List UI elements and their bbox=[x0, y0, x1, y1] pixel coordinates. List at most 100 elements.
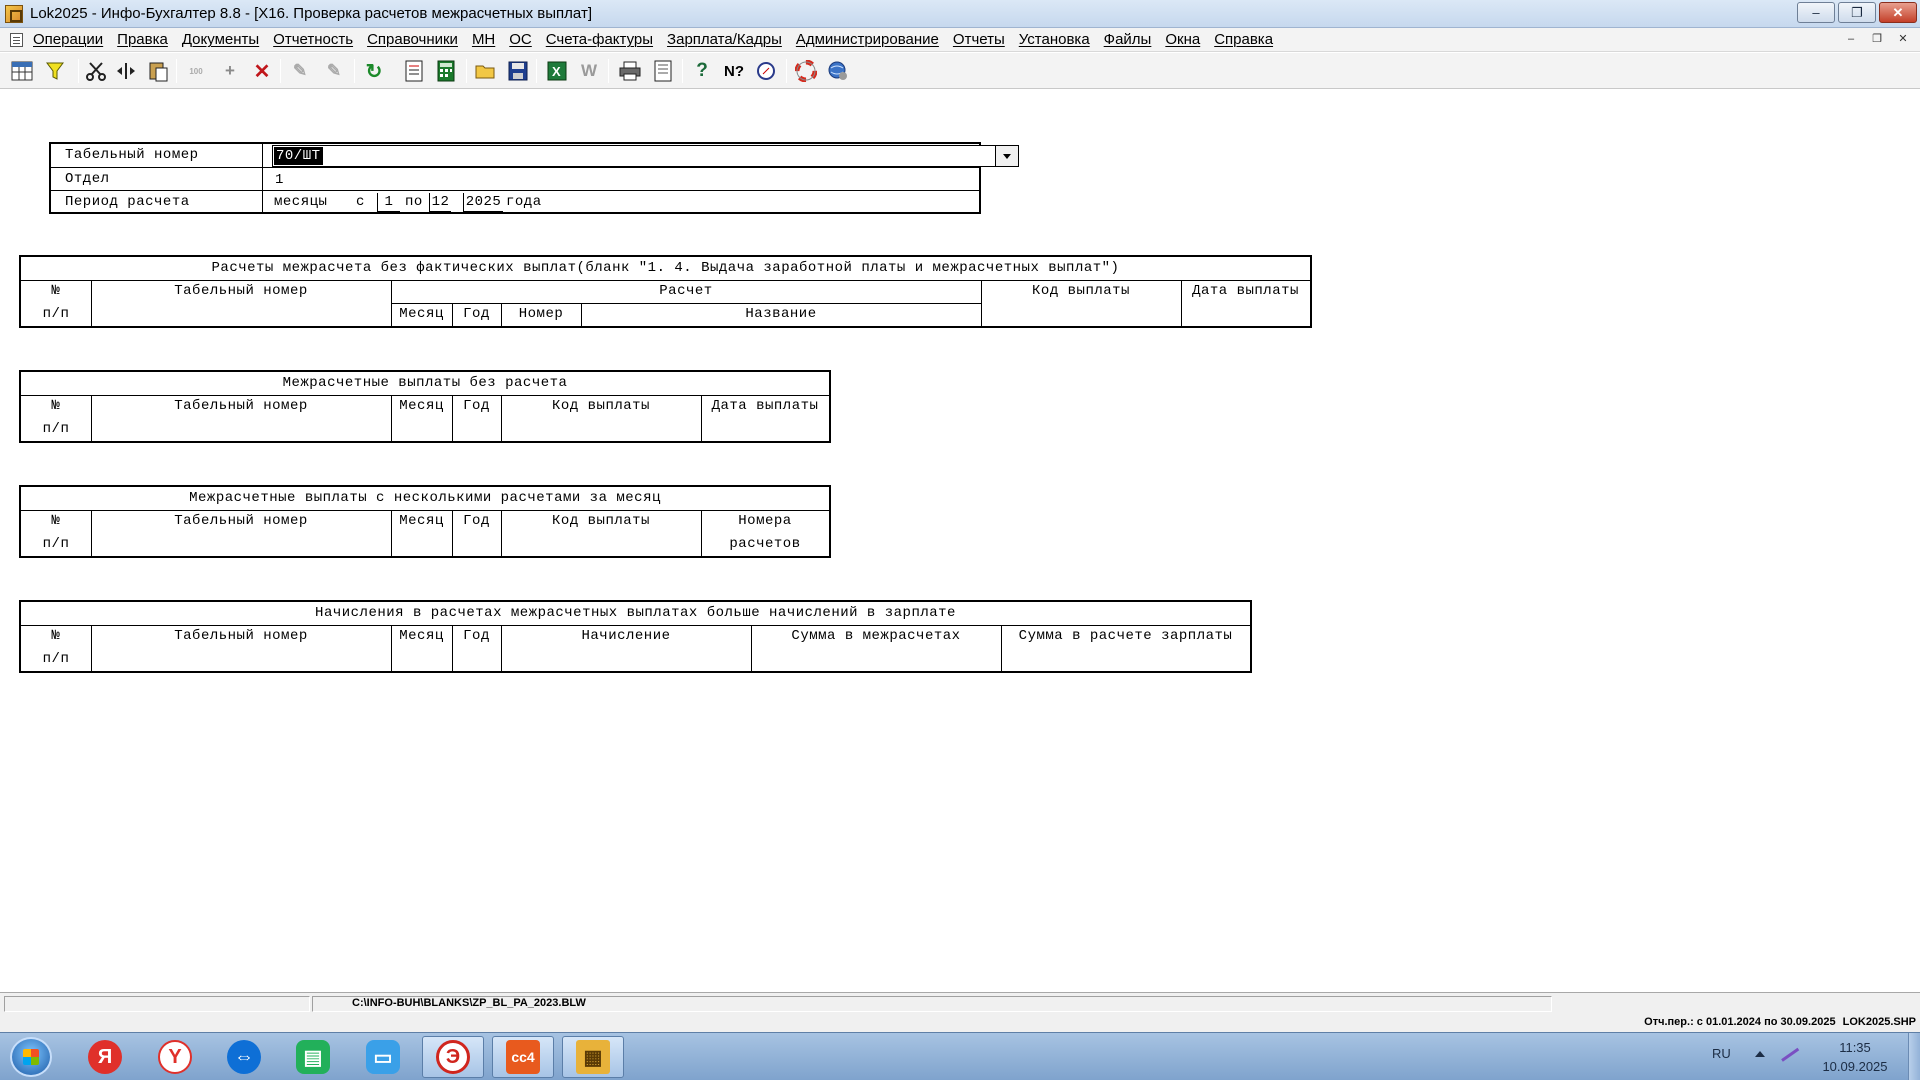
tool-disabled-2-icon[interactable]: ✎ bbox=[322, 59, 346, 83]
close-button[interactable]: ✕ bbox=[1879, 2, 1917, 23]
period-months-label: месяцы bbox=[274, 194, 328, 210]
help-icon[interactable]: ? bbox=[690, 59, 714, 83]
refresh-icon[interactable]: ↻ bbox=[362, 59, 386, 83]
table3-col-tab: Табельный номер bbox=[174, 513, 308, 529]
app-e-icon: Э bbox=[436, 1040, 470, 1074]
menu-help[interactable]: Справка bbox=[1207, 31, 1280, 48]
mdi-restore-button[interactable]: ❐ bbox=[1866, 31, 1888, 49]
mdi-close-button[interactable]: ✕ bbox=[1892, 31, 1914, 49]
paste-icon[interactable] bbox=[146, 59, 170, 83]
chevron-down-icon[interactable] bbox=[995, 145, 1019, 167]
count-icon[interactable]: 100 bbox=[184, 59, 208, 83]
mdi-minimize-button[interactable]: – bbox=[1840, 31, 1862, 49]
yandex-taskbar-button[interactable]: Я bbox=[74, 1036, 136, 1078]
print-icon[interactable] bbox=[618, 59, 642, 83]
menu-os[interactable]: ОС bbox=[502, 31, 539, 48]
department-field[interactable]: 1 bbox=[272, 170, 972, 190]
start-button[interactable] bbox=[10, 1037, 52, 1077]
tab-number-select[interactable]: 70/ШТ bbox=[272, 145, 1019, 167]
title-bar: Lok2025 - Инфо-Бухгалтер 8.8 - [X16. Про… bbox=[0, 0, 1920, 28]
app-taskbar-button[interactable]: Э bbox=[422, 1036, 484, 1078]
table-accruals-exceed: Начисления в расчетах межрасчетных выпла… bbox=[19, 600, 1252, 673]
pen-tray-icon[interactable] bbox=[1781, 1047, 1800, 1062]
language-indicator[interactable]: RU bbox=[1712, 1046, 1731, 1061]
cut-icon[interactable] bbox=[84, 59, 108, 83]
clock-date: 10.09.2025 bbox=[1822, 1059, 1888, 1074]
cc4-taskbar-button[interactable]: cc4 bbox=[492, 1036, 554, 1078]
menu-operations[interactable]: Операции bbox=[33, 31, 110, 48]
table2-col-no: № bbox=[51, 398, 61, 414]
app-icon[interactable] bbox=[5, 5, 23, 23]
table3-col-no-2: п/п bbox=[42, 536, 70, 552]
table4-col-month: Месяц bbox=[399, 628, 444, 644]
web-icon[interactable] bbox=[826, 59, 850, 83]
table2-col-month: Месяц bbox=[399, 398, 444, 414]
tray-expand-icon[interactable] bbox=[1755, 1051, 1765, 1057]
lifebuoy-icon[interactable] bbox=[794, 59, 818, 83]
menu-directories[interactable]: Справочники bbox=[360, 31, 465, 48]
clock[interactable]: 11:35 10.09.2025 bbox=[1815, 1038, 1895, 1076]
menu-mn[interactable]: МН bbox=[465, 31, 502, 48]
menu-invoices[interactable]: Счета-фактуры bbox=[539, 31, 660, 48]
tab-number-value[interactable]: 70/ШТ bbox=[274, 147, 323, 165]
menu-salary[interactable]: Зарплата/Кадры bbox=[660, 31, 789, 48]
menu-files[interactable]: Файлы bbox=[1097, 31, 1159, 48]
table4-col-accrual: Начисление bbox=[581, 628, 671, 644]
info-buh-taskbar-button[interactable]: ▦ bbox=[562, 1036, 624, 1078]
abacus-icon: ▦ bbox=[576, 1040, 610, 1074]
word-icon[interactable]: W bbox=[577, 59, 601, 83]
menu-setup[interactable]: Установка bbox=[1012, 31, 1097, 48]
table4-col-tab: Табельный номер bbox=[174, 628, 308, 644]
table-icon[interactable] bbox=[10, 59, 34, 83]
add-icon[interactable]: + bbox=[218, 59, 242, 83]
filter-icon[interactable] bbox=[43, 59, 67, 83]
menu-reporting[interactable]: Отчетность bbox=[266, 31, 360, 48]
open-folder-icon[interactable] bbox=[474, 59, 498, 83]
restore-button[interactable]: ❐ bbox=[1838, 2, 1876, 23]
chat-icon: ▭ bbox=[366, 1040, 400, 1074]
taskbar: Я Y ⇔ ▤ ▭ Э cc4 ▦ RU 11:35 10.09.2025 bbox=[0, 1032, 1920, 1080]
messenger-taskbar-button[interactable]: ▤ bbox=[282, 1036, 344, 1078]
menu-edit[interactable]: Правка bbox=[110, 31, 175, 48]
teamviewer-taskbar-button[interactable]: ⇔ bbox=[213, 1036, 275, 1078]
save-icon[interactable] bbox=[506, 59, 530, 83]
calculator-icon[interactable] bbox=[434, 59, 458, 83]
chat-taskbar-button[interactable]: ▭ bbox=[352, 1036, 414, 1078]
table2-title: Межрасчетные выплаты без расчета bbox=[282, 375, 568, 391]
preview-icon[interactable] bbox=[651, 59, 675, 83]
menu-documents[interactable]: Документы bbox=[175, 31, 266, 48]
messenger-icon: ▤ bbox=[296, 1040, 330, 1074]
period-to-field[interactable]: 12 bbox=[429, 193, 451, 212]
compass-icon[interactable] bbox=[754, 59, 778, 83]
table1-col-no-2: п/п bbox=[42, 306, 70, 322]
table1-title: Расчеты межрасчета без фактических выпла… bbox=[211, 260, 1120, 276]
table3-col-year: Год bbox=[463, 513, 490, 529]
table4-col-sum-salary: Сумма в расчете зарплаты bbox=[1018, 628, 1233, 644]
period-to-label: по bbox=[405, 194, 423, 210]
move-columns-icon[interactable] bbox=[114, 59, 138, 83]
table3-col-code: Код выплаты bbox=[552, 513, 650, 529]
document-menu-icon[interactable] bbox=[10, 33, 23, 47]
export-icon[interactable] bbox=[402, 59, 426, 83]
delete-icon[interactable]: ✕ bbox=[250, 59, 274, 83]
menu-admin[interactable]: Администрирование bbox=[789, 31, 946, 48]
table1-col-calc: Расчет bbox=[659, 283, 713, 299]
table2-col-code: Код выплаты bbox=[552, 398, 650, 414]
period-from-field[interactable]: 1 bbox=[377, 193, 400, 212]
excel-icon[interactable]: X bbox=[545, 59, 569, 83]
toolbar: 100 + ✕ ✎ ✎ ↻ X W ? N? bbox=[0, 53, 1920, 89]
table4-col-year: Год bbox=[463, 628, 490, 644]
show-desktop-button[interactable] bbox=[1908, 1033, 1920, 1080]
table4-col-no-2: п/п bbox=[42, 651, 70, 667]
period-from-label: с bbox=[356, 194, 365, 210]
context-help-icon[interactable]: N? bbox=[722, 59, 746, 83]
yandex-browser-taskbar-button[interactable]: Y bbox=[144, 1036, 206, 1078]
tool-disabled-icon[interactable]: ✎ bbox=[288, 59, 312, 83]
minimize-button[interactable]: – bbox=[1797, 2, 1835, 23]
status-file-path: C:\INFO-BUH\BLANKS\ZP_BL_PA_2023.BLW bbox=[352, 997, 586, 1009]
table2-col-year: Год bbox=[463, 398, 490, 414]
teamviewer-icon: ⇔ bbox=[227, 1040, 261, 1074]
period-year-field[interactable]: 2025 bbox=[463, 193, 503, 212]
menu-reports[interactable]: Отчеты bbox=[946, 31, 1012, 48]
menu-windows[interactable]: Окна bbox=[1158, 31, 1207, 48]
